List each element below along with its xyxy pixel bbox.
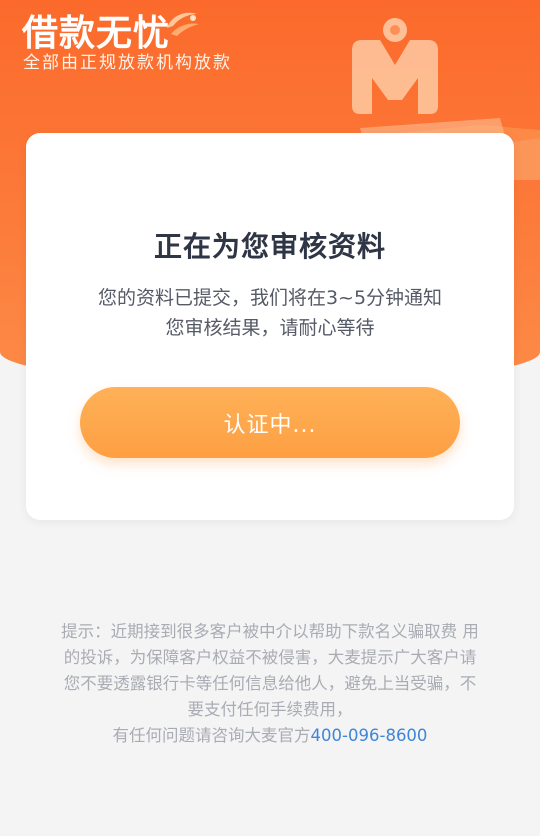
card-description: 您的资料已提交，我们将在3~5分钟通知 您审核结果，请耐心等待 [46, 283, 494, 343]
brand-subtitle: 全部由正规放款机构放款 [23, 53, 232, 73]
notice-line1: 提示：近期接到很多客户被中介以帮助下款名义骗取费 用 [61, 622, 479, 641]
card-description-line2: 您审核结果，请耐心等待 [165, 317, 375, 339]
card-title: 正在为您审核资料 [153, 230, 386, 263]
swoosh-icon [167, 12, 199, 36]
verifying-button[interactable]: 认证中... [80, 387, 460, 458]
notice-line4: 要支付任何手续费用， [187, 700, 353, 719]
notice-contact-prefix: 有任何问题请咨询大麦官方 [112, 726, 311, 745]
notice-line2: 的投诉，为保障客户权益不被侵害，大麦提示广大客户请 [63, 648, 477, 667]
notice-line3: 您不要透露银行卡等任何信息给他人，避免上当受骗，不 [63, 674, 477, 693]
hotline-link[interactable]: 400-096-8600 [311, 726, 428, 745]
notice-line5: 有任何问题请咨询大麦官方400-096-8600 [50, 723, 490, 749]
fraud-notice: 提示：近期接到很多客户被中介以帮助下款名义骗取费 用 的投诉，为保障客户权益不被… [50, 619, 490, 749]
card-description-line1: 您的资料已提交，我们将在3~5分钟通知 [97, 287, 443, 309]
review-status-card: 正在为您审核资料 您的资料已提交，我们将在3~5分钟通知 您审核结果，请耐心等待… [26, 133, 514, 520]
